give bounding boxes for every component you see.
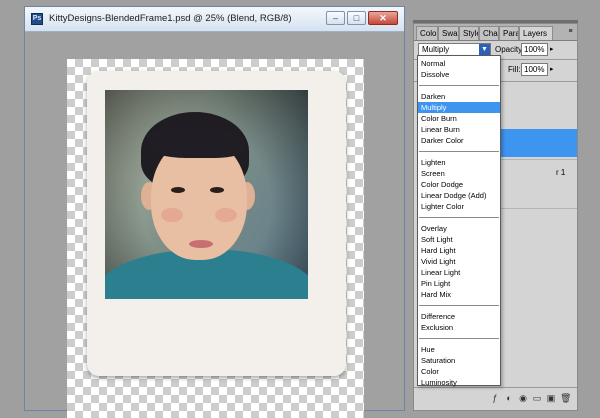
- blend-option-overlay[interactable]: Overlay: [418, 223, 500, 234]
- blend-option-hard-light[interactable]: Hard Light: [418, 245, 500, 256]
- menu-separator: [419, 85, 499, 86]
- fx-icon[interactable]: ƒ: [490, 393, 500, 403]
- tab-layers[interactable]: Layers: [519, 26, 553, 40]
- blend-option-hard-mix[interactable]: Hard Mix: [418, 289, 500, 300]
- blend-option-linear-light[interactable]: Linear Light: [418, 267, 500, 278]
- blend-option-normal[interactable]: Normal: [418, 58, 500, 69]
- blend-option-difference[interactable]: Difference: [418, 311, 500, 322]
- fill-arrow-icon[interactable]: ▸: [550, 65, 554, 73]
- layers-bottom-bar: ƒ ◐ ◉ ▭ ▣ 🗑: [414, 387, 577, 410]
- child-photo: [105, 90, 308, 299]
- close-button[interactable]: ✕: [368, 11, 398, 25]
- adjustment-icon[interactable]: ◐: [504, 393, 514, 403]
- blend-option-color-burn[interactable]: Color Burn: [418, 113, 500, 124]
- trash-icon[interactable]: 🗑: [560, 393, 571, 403]
- tab-styles[interactable]: Style: [459, 26, 479, 40]
- blend-option-exclusion[interactable]: Exclusion: [418, 322, 500, 333]
- blend-option-hue[interactable]: Hue: [418, 344, 500, 355]
- layer-name-partial: r 1: [556, 168, 566, 177]
- opacity-arrow-icon[interactable]: ▸: [550, 45, 554, 53]
- opacity-field[interactable]: 100%: [521, 43, 548, 56]
- menu-separator: [419, 151, 499, 152]
- document-window: Ps KittyDesigns-BlendedFrame1.psd @ 25% …: [24, 6, 405, 418]
- blend-mode-dropdown: Normal Dissolve Darken Multiply Color Burn Li…: [417, 55, 501, 388]
- blend-option-screen[interactable]: Screen: [418, 168, 500, 179]
- blend-option-lighter-color[interactable]: Lighter Color: [418, 201, 500, 212]
- document-titlebar[interactable]: Ps KittyDesigns-BlendedFrame1.psd @ 25% …: [25, 7, 404, 32]
- blend-option-color-dodge[interactable]: Color Dodge: [418, 179, 500, 190]
- folder-icon[interactable]: ▭: [532, 393, 542, 403]
- blend-option-darken[interactable]: Darken: [418, 91, 500, 102]
- fill-field[interactable]: 100%: [521, 63, 548, 76]
- layer-row-divider: [498, 159, 577, 160]
- tab-color[interactable]: Colo: [416, 26, 438, 40]
- blend-option-dissolve[interactable]: Dissolve: [418, 69, 500, 80]
- photo-cheek-left: [161, 208, 183, 222]
- document-title: KittyDesigns-BlendedFrame1.psd @ 25% (Bl…: [49, 13, 292, 24]
- panel-menu-icon[interactable]: ≡: [566, 27, 575, 36]
- minimize-icon: –: [332, 13, 338, 23]
- opacity-label: Opacity:: [495, 45, 525, 54]
- layer-row-divider: [498, 208, 577, 209]
- minimize-button[interactable]: –: [326, 11, 345, 25]
- canvas-area[interactable]: [25, 32, 404, 418]
- blend-mode-value: Multiply: [422, 45, 450, 54]
- menu-separator: [419, 338, 499, 339]
- tab-paragraph[interactable]: Para: [499, 26, 519, 40]
- maximize-button[interactable]: □: [347, 11, 366, 25]
- photo-mouth: [189, 240, 213, 248]
- blend-option-luminosity[interactable]: Luminosity: [418, 377, 500, 388]
- blend-option-pin-light[interactable]: Pin Light: [418, 278, 500, 289]
- tab-swatches[interactable]: Swat: [438, 26, 459, 40]
- tab-character[interactable]: Char: [479, 26, 499, 40]
- photo-eye-right: [210, 187, 224, 193]
- close-icon: ✕: [379, 13, 387, 23]
- blend-option-linear-burn[interactable]: Linear Burn: [418, 124, 500, 135]
- blend-option-lighten[interactable]: Lighten: [418, 157, 500, 168]
- photo-fringe: [147, 126, 245, 158]
- blend-option-saturation[interactable]: Saturation: [418, 355, 500, 366]
- panel-tabs: Colo Swat Style Char Para Layers ≡: [414, 24, 577, 41]
- window-controls: – □ ✕: [326, 11, 398, 25]
- blend-option-soft-light[interactable]: Soft Light: [418, 234, 500, 245]
- new-layer-icon[interactable]: ▣: [546, 393, 556, 403]
- menu-separator: [419, 217, 499, 218]
- photo-eye-left: [171, 187, 185, 193]
- transparency-checkerboard[interactable]: [67, 59, 364, 418]
- blend-option-linear-dodge-add[interactable]: Linear Dodge (Add): [418, 190, 500, 201]
- blend-option-darker-color[interactable]: Darker Color: [418, 135, 500, 146]
- fill-label: Fill:: [508, 65, 521, 74]
- maximize-icon: □: [353, 13, 360, 23]
- photo-frame: [87, 71, 346, 376]
- photo-cheek-right: [215, 208, 237, 222]
- photoshop-app-icon: Ps: [31, 13, 43, 25]
- blend-option-multiply[interactable]: Multiply: [418, 102, 500, 113]
- selected-layer-row[interactable]: [498, 129, 577, 157]
- blend-option-color[interactable]: Color: [418, 366, 500, 377]
- mask-icon[interactable]: ◉: [518, 393, 528, 403]
- chevron-down-icon: ▼: [479, 44, 490, 55]
- menu-separator: [419, 305, 499, 306]
- blend-option-vivid-light[interactable]: Vivid Light: [418, 256, 500, 267]
